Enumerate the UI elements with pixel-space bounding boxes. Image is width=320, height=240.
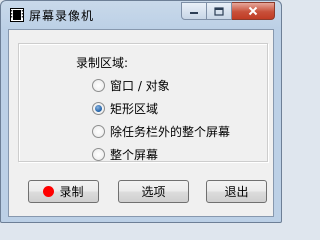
exit-label: 退出	[224, 185, 249, 199]
maximize-icon	[214, 6, 224, 16]
film-icon	[10, 8, 24, 22]
minimize-icon	[190, 12, 198, 14]
options-button[interactable]: 选项	[118, 180, 189, 203]
radio-circle-icon	[92, 148, 105, 161]
minimize-button[interactable]	[181, 2, 207, 20]
capture-area-label: 录制区域:	[76, 56, 129, 70]
caption-buttons	[181, 2, 275, 21]
radio-selected-icon	[92, 102, 105, 115]
maximize-button[interactable]	[207, 2, 232, 20]
title-bar[interactable]: 屏幕录像机	[1, 1, 281, 29]
radio-label: 窗口 / 对象	[110, 79, 170, 93]
radio-label: 矩形区域	[110, 102, 159, 116]
radio-label: 除任务栏外的整个屏幕	[110, 125, 231, 139]
record-dot-icon	[43, 186, 55, 197]
close-icon	[248, 6, 258, 16]
dialog-client-area: 录制区域: 窗口 / 对象 矩形区域 除任务栏外的整个屏幕 整个屏幕 录制 选项…	[8, 29, 274, 217]
radio-circle-icon	[92, 79, 105, 92]
radio-full-screen[interactable]: 整个屏幕	[92, 146, 158, 163]
options-label: 选项	[141, 185, 166, 199]
record-label: 录制	[59, 185, 84, 199]
capture-area-group: 录制区域: 窗口 / 对象 矩形区域 除任务栏外的整个屏幕 整个屏幕	[18, 43, 268, 162]
radio-circle-icon	[92, 125, 105, 138]
record-button[interactable]: 录制	[28, 180, 99, 203]
radio-window-object[interactable]: 窗口 / 对象	[92, 77, 170, 94]
exit-button[interactable]: 退出	[206, 180, 267, 203]
close-button[interactable]	[232, 2, 275, 20]
radio-label: 整个屏幕	[110, 148, 159, 162]
radio-screen-without-taskbar[interactable]: 除任务栏外的整个屏幕	[92, 123, 230, 140]
radio-rectangle-area[interactable]: 矩形区域	[92, 100, 158, 117]
window-title: 屏幕录像机	[29, 9, 95, 23]
app-window: 屏幕录像机 录制区域: 窗口 / 对象 矩形区域 除任务栏外的整个屏幕 整个屏幕…	[0, 0, 282, 223]
